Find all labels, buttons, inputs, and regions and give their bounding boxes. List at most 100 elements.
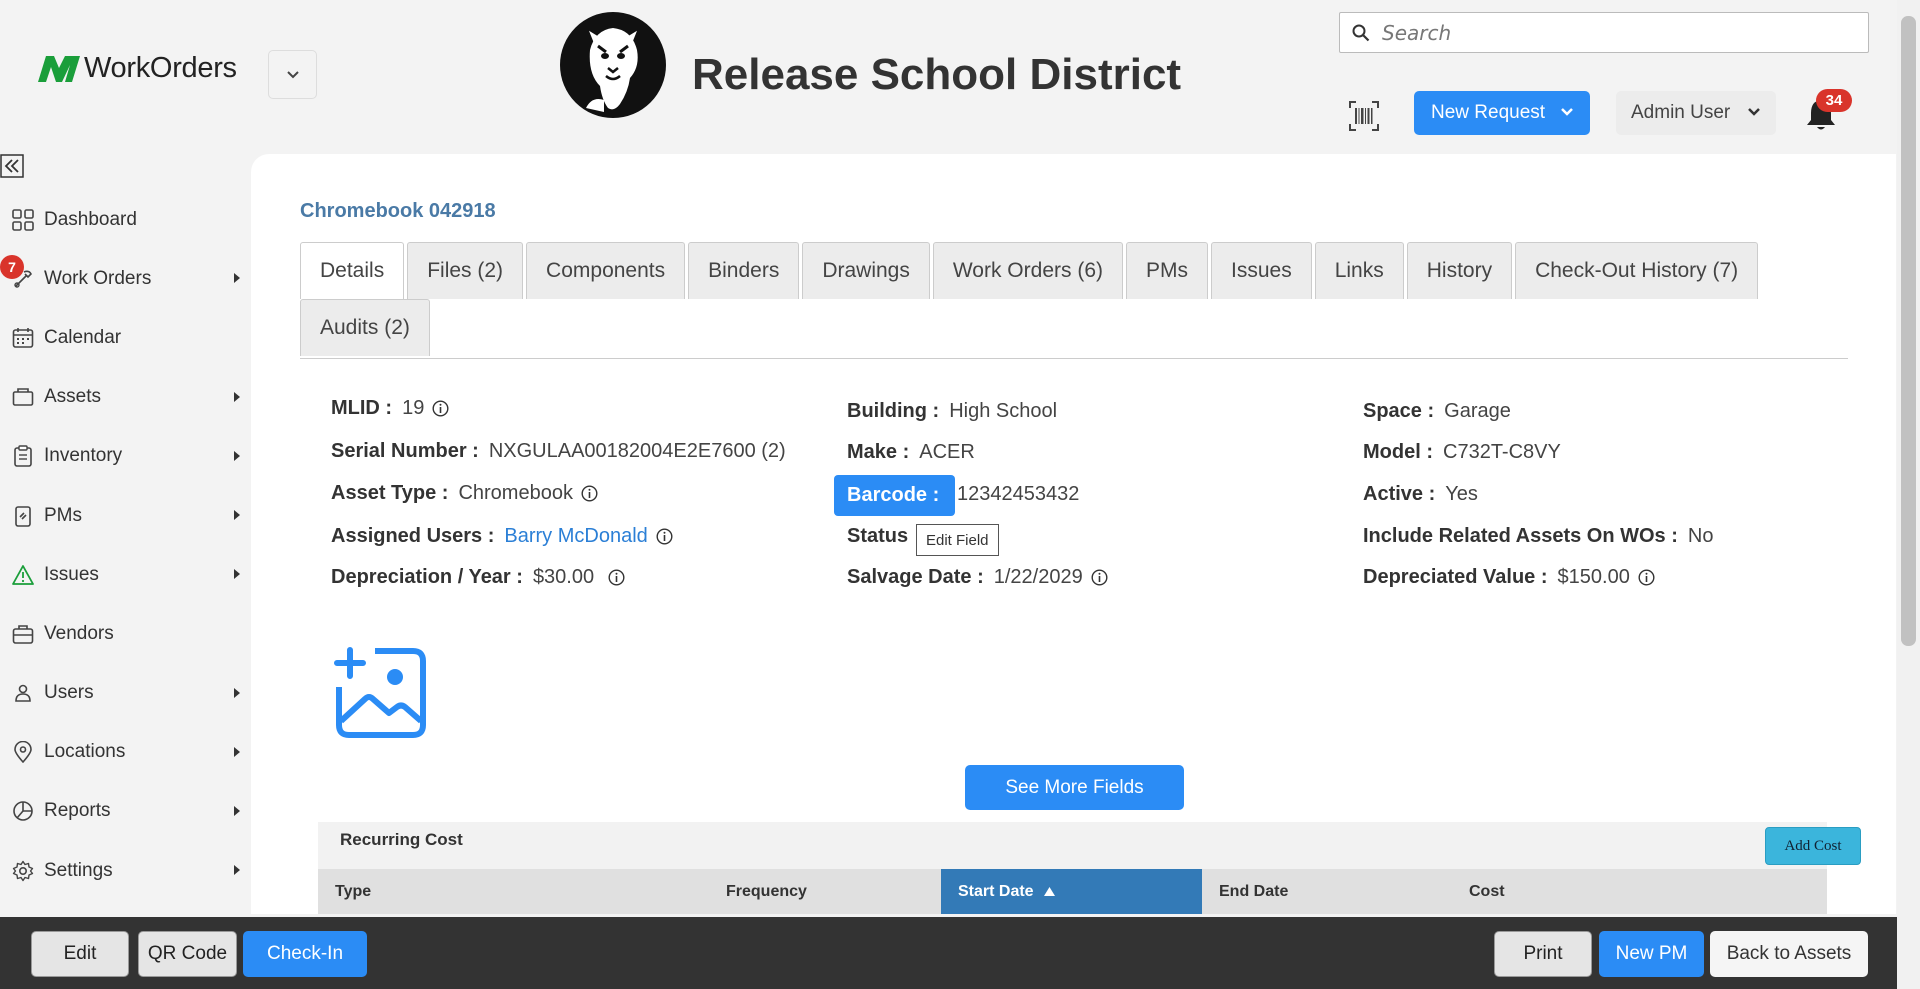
tab-audits[interactable]: Audits (2) (300, 299, 430, 356)
column-label: End Date (1219, 882, 1289, 900)
barcode-field-label[interactable]: Barcode : (834, 475, 955, 516)
field-label: Depreciated Value : (1363, 566, 1548, 588)
tab-drawings[interactable]: Drawings (802, 242, 930, 299)
sidebar-nav: Dashboard 7 Work Orders Calendar Assets … (0, 190, 250, 900)
field-label: Include Related Assets On WOs : (1363, 525, 1678, 547)
submenu-arrow-icon (234, 746, 240, 757)
scrollbar-thumb[interactable] (1901, 16, 1916, 646)
column-header-frequency[interactable]: Frequency (709, 869, 941, 914)
tab-details[interactable]: Details (300, 242, 405, 299)
new-pm-button[interactable]: New PM (1599, 931, 1704, 977)
submenu-arrow-icon (234, 865, 240, 876)
search-box[interactable] (1339, 12, 1869, 53)
info-icon[interactable] (432, 400, 449, 417)
field-value: No (1687, 525, 1714, 547)
page-scrollbar[interactable] (1897, 0, 1920, 989)
tab-pms[interactable]: PMs (1126, 242, 1208, 299)
field-salvage-date: Salvage Date : 1/22/2029 (847, 566, 1108, 589)
asset-title[interactable]: Chromebook 042918 (300, 200, 496, 223)
sidebar-item-dashboard[interactable]: Dashboard (0, 190, 250, 249)
sidebar-item-label: Reports (44, 800, 111, 822)
qr-code-button[interactable]: QR Code (138, 931, 237, 977)
chevron-down-icon (1561, 108, 1573, 116)
column-header-type[interactable]: Type (318, 869, 709, 914)
field-barcode: 12342453432 (957, 483, 1079, 506)
field-label: Depreciation / Year : (331, 566, 523, 588)
field-serial-number: Serial Number : NXGULAA00182004E2E7600 (… (331, 440, 786, 463)
tab-files[interactable]: Files (2) (407, 242, 524, 299)
sidebar-item-pms[interactable]: PMs (0, 486, 250, 545)
field-label: Serial Number : (331, 440, 479, 462)
app-name: WorkOrders (84, 52, 237, 84)
sidebar-item-reports[interactable]: Reports (0, 782, 250, 841)
info-icon[interactable] (581, 485, 598, 502)
users-icon (12, 682, 34, 704)
field-value: 1/22/2029 (993, 566, 1083, 588)
field-label: MLID : (331, 397, 393, 419)
search-input[interactable] (1382, 20, 1852, 45)
sidebar-item-settings[interactable]: Settings (0, 841, 250, 900)
field-value: High School (949, 400, 1058, 422)
column-header-start-date[interactable]: Start Date (941, 869, 1202, 914)
sidebar-item-assets[interactable]: Assets (0, 368, 250, 427)
assigned-user-link[interactable]: Barry McDonald (504, 525, 647, 548)
collapse-sidebar-icon[interactable] (0, 154, 24, 178)
back-to-assets-button[interactable]: Back to Assets (1710, 931, 1868, 977)
sidebar-item-label: Inventory (44, 445, 123, 467)
app-logo[interactable]: WorkOrders (38, 52, 237, 85)
add-image-icon[interactable] (331, 643, 431, 743)
column-header-end-date[interactable]: End Date (1202, 869, 1452, 914)
search-icon (1352, 24, 1370, 41)
field-value: Yes (1445, 483, 1478, 505)
tab-check-out-history[interactable]: Check-Out History (7) (1515, 242, 1759, 299)
column-label: Cost (1469, 882, 1505, 900)
field-value: Chromebook (458, 482, 573, 504)
info-icon[interactable] (608, 569, 625, 586)
briefcase-icon (12, 623, 34, 645)
tab-history[interactable]: History (1406, 242, 1513, 299)
tab-binders[interactable]: Binders (688, 242, 800, 299)
field-include-related-assets: Include Related Assets On WOs : No (1363, 525, 1713, 548)
assets-icon (12, 386, 34, 408)
submenu-arrow-icon (234, 805, 240, 816)
field-label: Make : (847, 441, 910, 463)
check-in-button[interactable]: Check-In (243, 931, 367, 977)
barcode-scan-icon[interactable] (1348, 100, 1380, 132)
info-icon[interactable] (1091, 569, 1108, 586)
district-logo (560, 12, 666, 118)
field-label: Building : (847, 400, 940, 422)
sidebar-item-calendar[interactable]: Calendar (0, 308, 250, 367)
info-icon[interactable] (656, 528, 673, 545)
user-menu-button[interactable]: Admin User (1616, 91, 1776, 135)
field-value: 19 (402, 397, 425, 419)
bottom-action-bar: Edit QR Code Check-In Print New PM Back … (0, 917, 1920, 989)
field-label: Asset Type : (331, 482, 449, 504)
submenu-arrow-icon (234, 391, 240, 402)
submenu-arrow-icon (234, 273, 240, 284)
field-asset-type: Asset Type : Chromebook (331, 482, 598, 505)
add-cost-button[interactable]: Add Cost (1765, 827, 1861, 865)
field-depreciated-value: Depreciated Value : $150.00 (1363, 566, 1655, 589)
sidebar-item-inventory[interactable]: Inventory (0, 427, 250, 486)
sidebar-item-vendors[interactable]: Vendors (0, 604, 250, 663)
see-more-fields-button[interactable]: See More Fields (965, 765, 1184, 810)
sidebar-item-work-orders[interactable]: 7 Work Orders (0, 249, 250, 308)
column-header-cost[interactable]: Cost (1452, 869, 1827, 914)
print-button[interactable]: Print (1494, 931, 1592, 977)
district-name: Release School District (692, 50, 1182, 99)
tab-links[interactable]: Links (1314, 242, 1404, 299)
sidebar-item-label: PMs (44, 504, 82, 526)
recurring-cost-table-header: Type Frequency Start Date End Date Cost (318, 869, 1827, 914)
sidebar-item-issues[interactable]: Issues (0, 545, 250, 604)
field-value: C732T-C8VY (1443, 441, 1561, 463)
field-value: Garage (1444, 400, 1511, 422)
app-switcher-dropdown[interactable] (268, 50, 317, 99)
info-icon[interactable] (1638, 569, 1655, 586)
tab-work-orders[interactable]: Work Orders (6) (932, 242, 1123, 299)
edit-button[interactable]: Edit (31, 931, 129, 977)
sidebar-item-locations[interactable]: Locations (0, 723, 250, 782)
sidebar-item-users[interactable]: Users (0, 664, 250, 723)
new-request-button[interactable]: New Request (1414, 91, 1590, 135)
tab-components[interactable]: Components (526, 242, 686, 299)
tab-issues[interactable]: Issues (1211, 242, 1312, 299)
